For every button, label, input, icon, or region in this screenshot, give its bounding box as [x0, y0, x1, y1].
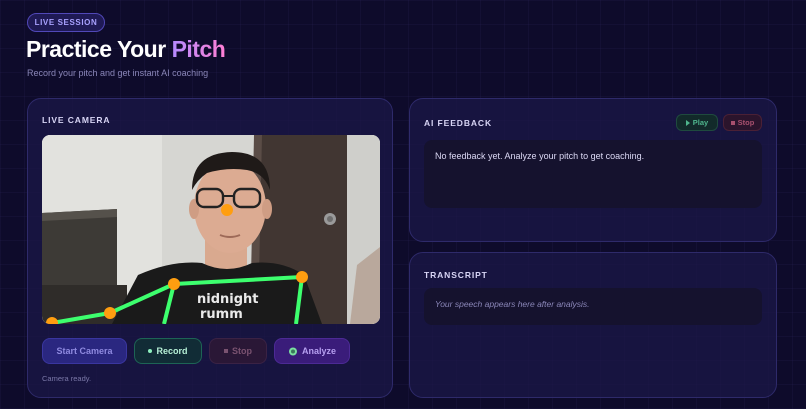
stop-square-icon: [730, 120, 735, 125]
page-title-accent: Pitch: [171, 36, 226, 62]
analyze-icon: [288, 347, 297, 355]
shirt-text-line2: rumm: [200, 307, 243, 322]
start-camera-button[interactable]: Start Camera: [42, 338, 127, 364]
stop-button[interactable]: Stop: [209, 338, 267, 364]
transcript-panel: TRANSCRIPT Your speech appears here afte…: [409, 252, 777, 398]
ai-feedback-title: AI FEEDBACK: [424, 118, 492, 128]
live-camera-title: LIVE CAMERA: [42, 115, 111, 125]
record-label: Record: [156, 346, 188, 356]
play-label: Play: [692, 118, 709, 127]
shirt-text-line1: nidnight: [197, 292, 259, 307]
live-camera-panel: LIVE CAMERA nidnight rumm Start Camera R…: [27, 98, 393, 398]
play-icon: [685, 119, 690, 126]
pose-joint-right-shoulder: [168, 278, 180, 290]
ai-feedback-panel: AI FEEDBACK Play Stop No feedback yet. A…: [409, 98, 777, 242]
feedback-text: No feedback yet. Analyze your pitch to g…: [424, 140, 762, 208]
transcript-placeholder: Your speech appears here after analysis.: [424, 288, 762, 325]
record-dot-icon: [148, 349, 153, 353]
live-session-badge: LIVE SESSION: [27, 13, 105, 32]
pose-joint-nose: [221, 204, 233, 216]
stop-feedback-label: Stop: [737, 118, 755, 127]
transcript-title: TRANSCRIPT: [424, 270, 488, 280]
pose-joint-left-shoulder: [296, 271, 308, 283]
camera-feed: nidnight rumm: [42, 135, 380, 324]
stop-feedback-button[interactable]: Stop: [723, 114, 762, 131]
page-title: Practice Your Pitch: [26, 36, 226, 63]
start-camera-label: Start Camera: [56, 346, 113, 356]
analyze-label: Analyze: [301, 346, 336, 356]
camera-status: Camera ready.: [42, 374, 92, 383]
pose-joint-right-elbow: [104, 307, 116, 319]
page-title-main: Practice Your: [26, 36, 172, 62]
stop-label: Stop: [232, 346, 252, 356]
play-feedback-button[interactable]: Play: [676, 114, 718, 131]
page-subtitle: Record your pitch and get instant AI coa…: [27, 68, 209, 78]
camera-feed-image: nidnight rumm: [42, 135, 380, 324]
analyze-button[interactable]: Analyze: [274, 338, 350, 364]
record-button[interactable]: Record: [134, 338, 202, 364]
stop-square-icon: [224, 349, 228, 353]
